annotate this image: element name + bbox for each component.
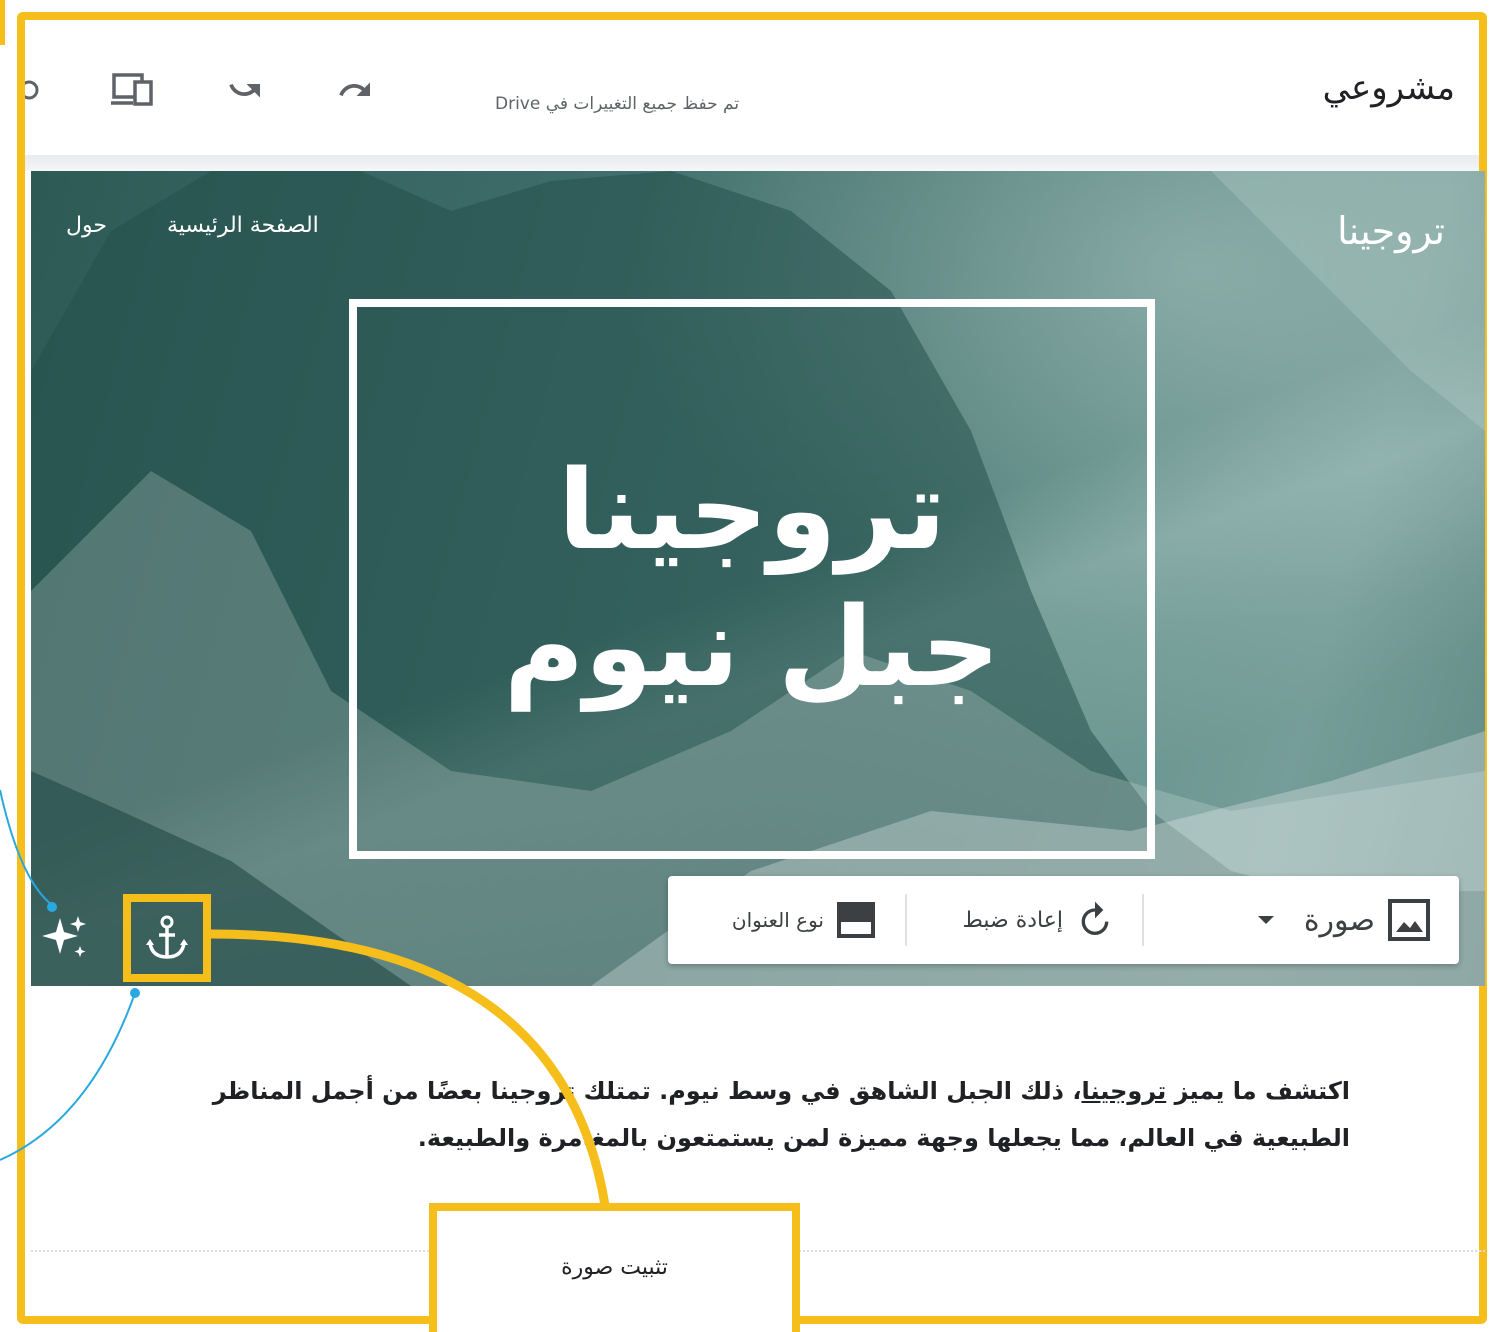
image-toolbar: صورة إعادة ضبط نوع العنوان <box>668 876 1459 964</box>
header-image[interactable]: تروجينا الصفحة الرئيسية حول تروجينا جبل … <box>31 171 1485 986</box>
body-text-part2: ، ذلك الجبل الشاهق في وسط نيوم. تمتلك تر… <box>212 1077 1082 1105</box>
toolbar-divider <box>1142 894 1144 946</box>
image-menu-button[interactable]: صورة <box>1254 876 1431 964</box>
callout-label: تثبيت صورة <box>561 1255 668 1280</box>
nav-about[interactable]: حول <box>66 213 107 238</box>
reset-label: إعادة ضبط <box>962 907 1063 933</box>
header-type-label: نوع العنوان <box>731 908 824 932</box>
reset-button[interactable]: إعادة ضبط <box>963 876 1115 964</box>
frame-notch-left <box>0 0 5 45</box>
body-paragraph[interactable]: اكتشف ما يميز تروجينا، ذلك الجبل الشاهق … <box>200 1068 1350 1162</box>
header-type-icon <box>837 902 875 938</box>
callout-box: تثبيت صورة <box>429 1203 800 1332</box>
header-type-button[interactable]: نوع العنوان <box>732 876 876 964</box>
app-topbar: مشروعي تم حفظ جميع التغييرات في Drive <box>25 20 1479 158</box>
site-title[interactable]: تروجينا <box>1337 209 1445 253</box>
undo-icon[interactable] <box>223 68 267 112</box>
toolbar-divider <box>905 894 907 946</box>
topbar-divider <box>25 155 1479 171</box>
project-title: مشروعي <box>1322 68 1455 108</box>
body-text-part1: اكتشف ما يميز <box>1166 1077 1350 1105</box>
hero-title-line2: جبل نيوم <box>503 583 1001 711</box>
anchor-icon <box>146 915 188 959</box>
nav-home[interactable]: الصفحة الرئيسية <box>167 213 319 238</box>
image-label: صورة <box>1303 902 1375 938</box>
redo-icon[interactable] <box>333 68 377 112</box>
hero-title-line1: تروجينا <box>557 445 947 574</box>
more-icon[interactable] <box>25 68 47 112</box>
anchor-image-button[interactable] <box>123 894 211 982</box>
image-icon <box>1388 899 1430 941</box>
reset-icon <box>1081 901 1109 935</box>
preview-devices-icon[interactable] <box>111 68 155 112</box>
body-link[interactable]: تروجينا <box>1081 1077 1166 1105</box>
dropdown-arrow-icon <box>1257 916 1274 924</box>
sparkle-icon[interactable] <box>38 912 90 964</box>
hero-title-box[interactable]: تروجينا جبل نيوم <box>349 299 1155 859</box>
save-status: تم حفظ جميع التغييرات في Drive <box>495 94 740 114</box>
body-text-line2: الطبيعية في العالم، مما يجعلها وجهة مميز… <box>417 1123 1350 1152</box>
